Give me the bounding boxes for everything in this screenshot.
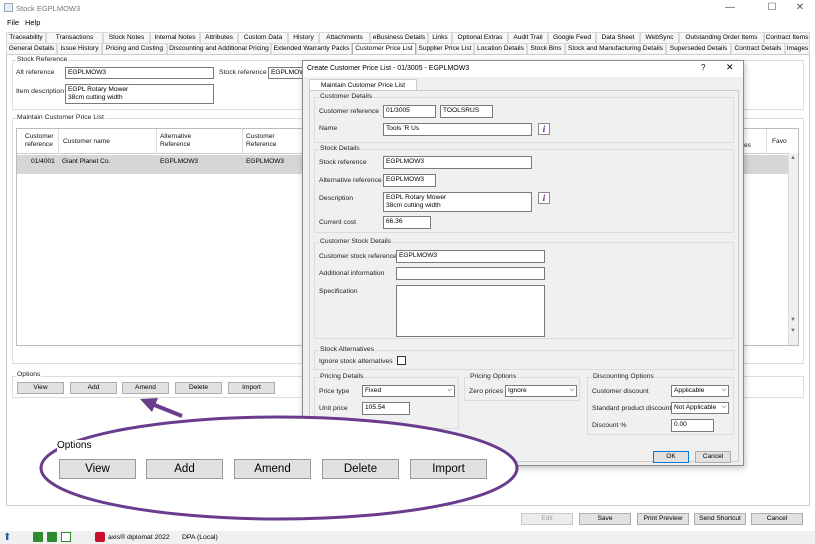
- zoom-add-button[interactable]: Add: [146, 459, 223, 479]
- callout-arrow-line: [151, 402, 183, 418]
- zoom-amend-button[interactable]: Amend: [234, 459, 311, 479]
- zoom-import-button[interactable]: Import: [410, 459, 487, 479]
- zoom-delete-button[interactable]: Delete: [322, 459, 399, 479]
- zoom-options-label: Options: [57, 440, 92, 451]
- zoom-view-button[interactable]: View: [59, 459, 136, 479]
